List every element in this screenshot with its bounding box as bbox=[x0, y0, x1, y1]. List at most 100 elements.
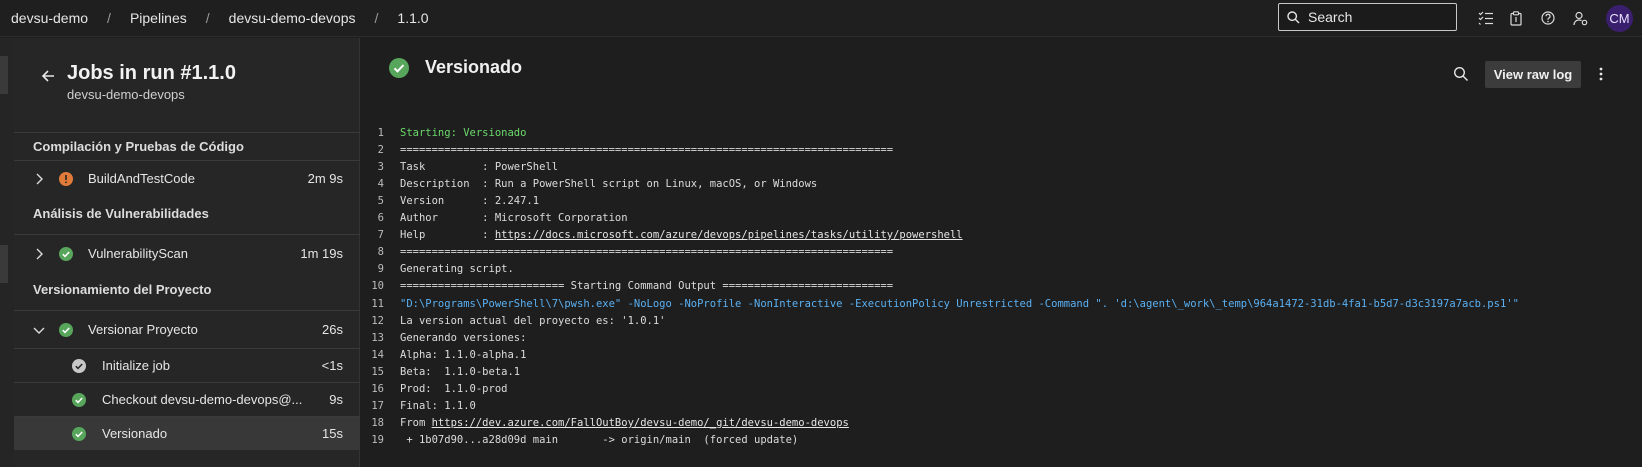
log-line-text: + 1b07d90...a28d09d main -> origin/main … bbox=[400, 434, 798, 446]
success-status-icon bbox=[59, 322, 73, 337]
log-line-text: ========================================… bbox=[400, 144, 893, 156]
log-line-text: Generando versiones: bbox=[400, 332, 526, 344]
step-row-initialize-job[interactable]: Initialize job <1s bbox=[14, 348, 360, 382]
step-duration: 15s bbox=[322, 426, 343, 441]
log-line-text: ========================================… bbox=[400, 246, 893, 258]
breadcrumb-pipeline[interactable]: devsu-demo-devops bbox=[229, 10, 356, 26]
log-line-text: Description : Run a PowerShell script on… bbox=[400, 178, 817, 190]
job-name: BuildAndTestCode bbox=[88, 171, 195, 186]
search-input[interactable]: Search bbox=[1278, 3, 1457, 31]
log-text: Beta: 1.1.0-beta.1 bbox=[400, 365, 521, 378]
done-status-icon bbox=[72, 358, 86, 373]
step-name: Checkout devsu-demo-devops@... bbox=[102, 392, 303, 407]
log-line-text: "D:\Programs\PowerShell\7\pwsh.exe" -NoL… bbox=[400, 298, 1519, 310]
log-text: + 1b07d90...a28d09d main -> origin/main … bbox=[400, 434, 799, 447]
jobs-panel-title: Jobs in run #1.1.0 bbox=[67, 62, 236, 84]
back-arrow-icon[interactable] bbox=[38, 66, 58, 86]
log-line-text: Starting: Versionado bbox=[400, 127, 526, 139]
log-line-number: 4 bbox=[377, 177, 384, 190]
breadcrumb-org[interactable]: devsu-demo bbox=[11, 10, 88, 26]
log-line-number: 8 bbox=[377, 246, 384, 259]
log-line-number: 1 bbox=[377, 126, 384, 139]
log-text: ========================== Starting Comm… bbox=[400, 280, 894, 293]
log-text: Help : bbox=[400, 229, 495, 242]
log-text: ========================================… bbox=[400, 143, 894, 156]
step-name: Versionado bbox=[102, 426, 168, 441]
log-text: Task : PowerShell bbox=[400, 160, 559, 173]
log-text: Generando versiones: bbox=[400, 331, 527, 344]
breadcrumb-separator: / bbox=[374, 10, 379, 26]
chevron-right-icon[interactable] bbox=[32, 172, 46, 186]
search-icon[interactable] bbox=[1453, 66, 1469, 82]
search-placeholder: Search bbox=[1308, 9, 1353, 25]
collapsed-nav-strip bbox=[0, 38, 14, 467]
more-options-icon[interactable] bbox=[1598, 66, 1604, 82]
breadcrumb-run[interactable]: 1.1.0 bbox=[397, 10, 428, 26]
log-link[interactable]: https://docs.microsoft.com/azure/devops/… bbox=[495, 229, 963, 241]
log-line-text: ========================== Starting Comm… bbox=[400, 280, 893, 292]
log-line-number: 12 bbox=[371, 314, 384, 327]
log-text: Final: 1.1.0 bbox=[400, 400, 476, 413]
breadcrumb-separator: / bbox=[107, 10, 111, 26]
log-line-text: Generating script. bbox=[400, 263, 514, 275]
step-duration: 9s bbox=[329, 392, 343, 407]
job-row-versionar-proyecto[interactable]: Versionar Proyecto 26s bbox=[14, 310, 360, 348]
log-link[interactable]: https://dev.azure.com/FallOutBoy/devsu-d… bbox=[432, 417, 849, 429]
log-line-text: From https://dev.azure.com/FallOutBoy/de… bbox=[400, 417, 849, 429]
nav-marker bbox=[0, 56, 8, 94]
log-line-number: 16 bbox=[371, 383, 384, 395]
log-line-number: 19 bbox=[371, 434, 384, 447]
log-line-text: Beta: 1.1.0-beta.1 bbox=[400, 366, 520, 378]
job-duration: 26s bbox=[322, 322, 343, 337]
log-panel: Versionado View raw log 1 Starting: Versi… bbox=[361, 38, 1642, 467]
step-row-checkout[interactable]: Checkout devsu-demo-devops@... 9s bbox=[14, 382, 360, 416]
warning-status-icon bbox=[59, 171, 73, 186]
log-line-number: 14 bbox=[371, 348, 384, 361]
top-bar: devsu-demo / Pipelines / devsu-demo-devo… bbox=[0, 0, 1642, 37]
job-duration: 1m 19s bbox=[300, 246, 343, 261]
log-text: Generating script. bbox=[400, 263, 514, 276]
jobs-panel: Jobs in run #1.1.0 devsu-demo-devops Com… bbox=[14, 38, 360, 467]
view-raw-log-button[interactable]: View raw log bbox=[1485, 61, 1581, 88]
log-line-text: Author : Microsoft Corporation bbox=[400, 212, 628, 224]
breadcrumb: devsu-demo / Pipelines / devsu-demo-devo… bbox=[0, 10, 429, 26]
avatar[interactable]: CM bbox=[1606, 5, 1633, 32]
user-settings-icon[interactable] bbox=[1570, 8, 1590, 28]
log-line-number: 3 bbox=[377, 160, 384, 173]
log-text: Description : Run a PowerShell script on… bbox=[400, 177, 818, 190]
log-line-text: Alpha: 1.1.0-alpha.1 bbox=[400, 349, 526, 361]
log-text: From bbox=[400, 417, 432, 430]
stage-header: Análisis de Vulnerabilidades bbox=[33, 206, 209, 221]
log-text: "D:\Programs\PowerShell\7\pwsh.exe" -NoL… bbox=[400, 297, 1519, 310]
step-duration: <1s bbox=[321, 358, 343, 373]
breadcrumb-pipelines[interactable]: Pipelines bbox=[130, 10, 187, 26]
clipboard-icon[interactable] bbox=[1506, 8, 1526, 28]
help-icon[interactable] bbox=[1538, 8, 1558, 28]
step-title: Versionado bbox=[425, 57, 523, 77]
success-status-icon bbox=[389, 58, 409, 78]
job-row-buildandtestcode[interactable]: BuildAndTestCode 2m 9s bbox=[14, 160, 360, 196]
log-line-text: La version actual del proyecto es: '1.0.… bbox=[400, 315, 666, 327]
log-line-number: 10 bbox=[371, 280, 384, 293]
log-text: Prod: 1.1.0-prod bbox=[400, 383, 508, 395]
jobs-panel-subtitle: devsu-demo-devops bbox=[67, 87, 185, 102]
log-line-text: Task : PowerShell bbox=[400, 161, 558, 173]
stage-header: Compilación y Pruebas de Código bbox=[14, 132, 360, 160]
chevron-right-icon[interactable] bbox=[32, 247, 46, 261]
search-icon bbox=[1287, 10, 1300, 23]
log-text: Starting: Versionado bbox=[400, 126, 527, 139]
success-status-icon bbox=[72, 392, 86, 407]
job-row-vulnerabilityscan[interactable]: VulnerabilityScan 1m 19s bbox=[14, 234, 360, 272]
log-line-number: 9 bbox=[377, 263, 384, 276]
chevron-down-icon[interactable] bbox=[32, 323, 46, 337]
stage-header: Versionamiento del Proyecto bbox=[33, 282, 212, 297]
job-name: VulnerabilityScan bbox=[88, 246, 188, 261]
step-row-versionado[interactable]: Versionado 15s bbox=[14, 416, 360, 450]
success-status-icon bbox=[72, 426, 86, 441]
log-line-number: 18 bbox=[371, 417, 384, 430]
log-line-number: 2 bbox=[377, 143, 384, 156]
log-line-text: Version : 2.247.1 bbox=[400, 195, 539, 207]
log-line-number: 15 bbox=[371, 365, 384, 378]
checklist-icon[interactable] bbox=[1476, 8, 1496, 28]
nav-marker bbox=[0, 245, 8, 283]
